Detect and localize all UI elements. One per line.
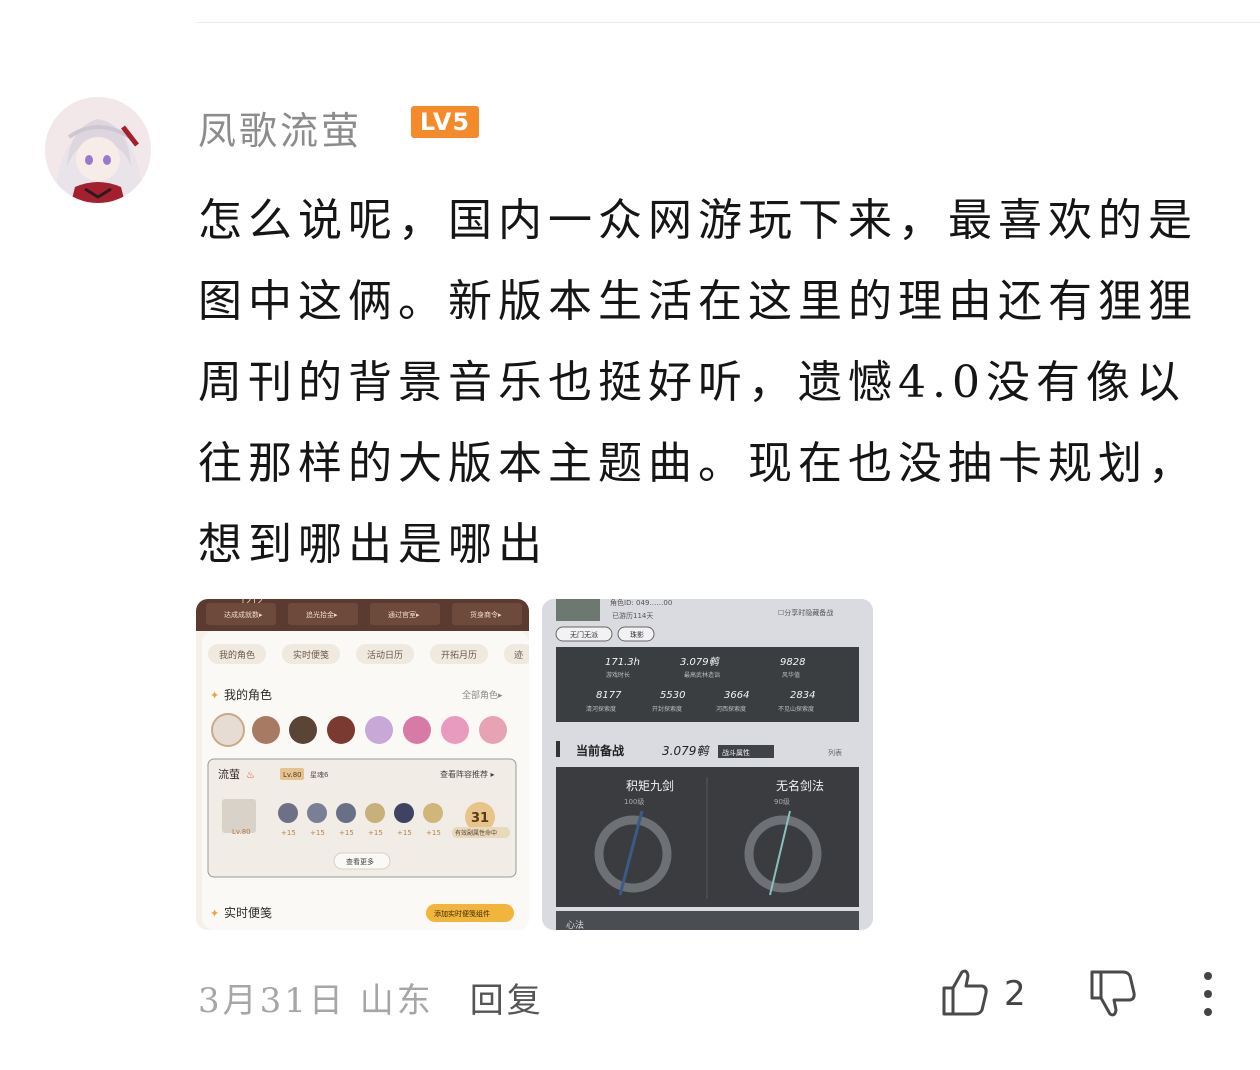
stat-hexi-label: 河西探索度 xyxy=(716,705,746,713)
level-badge: LV5 xyxy=(411,106,479,138)
weapon-2-name: 无名剑法 xyxy=(776,778,824,793)
top-btn-1: 达成成就数▸ xyxy=(224,610,263,619)
tab-notes: 实时便笺 xyxy=(293,649,329,661)
weapon-1-level: 100级 xyxy=(624,797,644,806)
section-title: 当前备战 xyxy=(576,743,624,758)
substat-badge-text: 有效副属性命中 xyxy=(455,829,497,837)
svg-text:✦: ✦ xyxy=(210,689,219,702)
stat-rating: 3.079鹌 xyxy=(680,656,721,668)
relic-level: Lv.80 xyxy=(232,828,251,836)
stat-playtime-label: 游戏时长 xyxy=(606,671,630,679)
dislike-button[interactable] xyxy=(1088,968,1138,1024)
top-btn-2: 追光拾金▸ xyxy=(306,610,338,619)
plus-4: +15 xyxy=(368,829,383,837)
substat-badge-number: 31 xyxy=(471,811,489,826)
reply-button[interactable]: 回复 xyxy=(470,973,544,1022)
svg-text:✦: ✦ xyxy=(210,907,219,920)
see-more-button: 查看更多 xyxy=(346,857,374,866)
comment-text: 怎么说呢，国内一众网游玩下来，最喜欢的是图中这俩。新版本生活在这里的理由还有狸狸… xyxy=(198,195,1198,570)
thumbs-down-icon xyxy=(1088,970,1138,1024)
thumbs-up-icon xyxy=(940,966,990,1022)
plus-3: +15 xyxy=(339,829,354,837)
char-name: 流萤 xyxy=(218,767,240,781)
role-id: 角色ID: 049……00 xyxy=(610,599,672,607)
plus-5: +15 xyxy=(397,829,412,837)
plus-6: +15 xyxy=(426,829,441,837)
username[interactable]: 凤歌流萤 xyxy=(198,100,362,155)
like-count: 2 xyxy=(1004,974,1026,1014)
plus-2: +15 xyxy=(310,829,325,837)
stat-fenghua-label: 风华值 xyxy=(782,671,800,679)
section-value: 3.079鹌 xyxy=(662,744,710,758)
more-vertical-icon xyxy=(1196,972,1220,1022)
like-button[interactable]: 2 xyxy=(940,966,1026,1022)
char-level: Lv.80 xyxy=(283,771,302,779)
more-options-button[interactable] xyxy=(1196,970,1220,1022)
top-divider xyxy=(196,22,1260,23)
comment-footer: 3月31日 山东 回复 xyxy=(198,972,544,1022)
top-btn-4: 货身商令▸ xyxy=(470,610,502,619)
stat-rating-label: 最高武林造诣 xyxy=(684,671,720,679)
tag-title: 珠影 xyxy=(630,630,644,639)
tab-calendar: 活动日历 xyxy=(367,649,403,661)
stat-hexi: 3664 xyxy=(724,690,749,701)
char-rank: 星魂6 xyxy=(310,770,329,779)
tab-more: 迹 xyxy=(514,649,523,661)
plus-1: +15 xyxy=(281,829,296,837)
days-traveled: 已游历114天 xyxy=(612,611,653,620)
notes-title: 实时便笺 xyxy=(224,905,272,920)
hide-toggle: ☐分享时隐藏备战 xyxy=(778,608,833,617)
list-toggle: 列表 xyxy=(828,748,842,757)
my-chars-title: 我的角色 xyxy=(224,687,272,702)
top-btn-3: 通过官室▸ xyxy=(388,610,420,619)
tab-monthly: 开拓月历 xyxy=(441,649,477,661)
stat-bujianshan-label: 不见山探索度 xyxy=(778,705,814,713)
tag-faction: 无门无派 xyxy=(570,630,598,639)
stat-qinghe: 8177 xyxy=(596,690,622,701)
date-location: 3月31日 山东 xyxy=(198,980,434,1021)
stat-kaifeng-label: 开封探索度 xyxy=(652,705,682,713)
attached-image-2[interactable]: 角色ID: 049……00 已游历114天 ☐分享时隐藏备战 无门无派 珠影 1… xyxy=(542,599,873,930)
all-chars-link: 全部角色▸ xyxy=(462,689,503,701)
weapon-1-name: 积矩九剑 xyxy=(626,778,674,793)
stat-playtime: 171.3h xyxy=(605,657,640,668)
tab-my-chars: 我的角色 xyxy=(219,649,255,661)
bottom-section-label: 心法 xyxy=(566,919,584,930)
stat-bujianshan: 2834 xyxy=(790,690,815,701)
section-tag: 战斗属性 xyxy=(722,748,750,757)
weapon-2-level: 90级 xyxy=(774,797,790,806)
add-widget-button: 添加实时便笺组件 xyxy=(434,909,490,918)
user-avatar[interactable] xyxy=(45,97,151,203)
lineup-recommend: 查看阵容推荐 ▸ xyxy=(440,769,495,779)
svg-text:♨: ♨ xyxy=(246,770,255,781)
stat-kaifeng: 5530 xyxy=(660,690,685,701)
stat-qinghe-label: 清河探索度 xyxy=(586,705,616,713)
attached-image-1[interactable]: 1212 达成成就数▸ 追光拾金▸ 通过官室▸ 货身商令▸ 我的角色 实时便笺 … xyxy=(196,599,529,930)
stat-fenghua: 9828 xyxy=(780,657,805,668)
